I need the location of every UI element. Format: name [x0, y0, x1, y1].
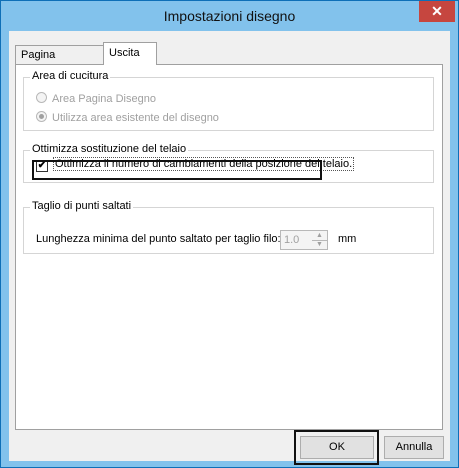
tab-pagina-disegno[interactable]: Pagina Disegno	[15, 45, 104, 80]
dialog-window: Impostazioni disegno ✕ Pagina Disegno Us…	[0, 0, 459, 468]
spinner-value: 1.0	[284, 234, 300, 246]
radio-label: Utilizza area esistente del disegno	[52, 112, 219, 124]
tab-panel-uscita: Area di cucitura Area Pagina Disegno Uti…	[15, 64, 443, 430]
spin-down-icon[interactable]: ▼	[312, 241, 327, 249]
min-jump-length-label: Lunghezza minima del punto saltato per t…	[36, 233, 281, 245]
dialog-title: Impostazioni disegno	[163, 8, 296, 24]
radio-button-icon	[36, 92, 47, 103]
ok-button-highlight-box	[294, 430, 379, 465]
jump-trim-group: Taglio di punti saltati Lunghezza minima…	[23, 200, 434, 254]
jump-trim-label: Taglio di punti saltati	[30, 200, 134, 212]
radio-utilizza-area-esistente[interactable]: Utilizza area esistente del disegno	[36, 111, 219, 124]
tab-uscita[interactable]: Uscita	[103, 42, 157, 65]
checkbox-highlight-box	[32, 160, 322, 180]
min-jump-length-spinner[interactable]: 1.0 ▲ ▼	[280, 230, 328, 250]
spin-up-icon[interactable]: ▲	[312, 232, 327, 241]
radio-label: Area Pagina Disegno	[52, 93, 156, 105]
sewing-area-group: Area di cucitura Area Pagina Disegno Uti…	[23, 70, 434, 131]
radio-button-selected-icon	[36, 111, 47, 122]
dialog-client-area: Pagina Disegno Uscita Area di cucitura A…	[9, 31, 450, 465]
unit-label: mm	[338, 233, 357, 245]
close-button[interactable]: ✕	[419, 1, 455, 22]
title-bar[interactable]: Impostazioni disegno ✕	[1, 1, 458, 31]
cancel-button[interactable]: Annulla	[384, 436, 444, 459]
hoop-optimize-label: Ottimizza sostituzione del telaio	[30, 143, 189, 155]
radio-area-pagina-disegno[interactable]: Area Pagina Disegno	[36, 92, 156, 105]
sewing-area-label: Area di cucitura	[30, 70, 111, 82]
